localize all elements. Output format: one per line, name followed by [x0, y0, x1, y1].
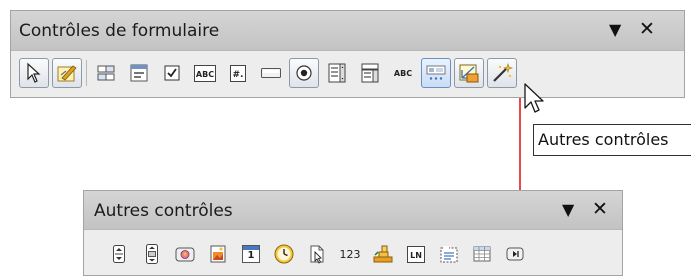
group-box-button[interactable]: [434, 239, 464, 269]
numerical-field-icon: 123: [339, 247, 361, 261]
numerical-field-button[interactable]: 123: [335, 239, 365, 269]
table-control-icon: [473, 246, 491, 262]
more-controls-toolbar: Autres contrôles ▼ ✕ 1 123 LN: [83, 190, 623, 276]
currency-field-button[interactable]: [368, 239, 398, 269]
image-control-button[interactable]: [203, 239, 233, 269]
date-field-icon-label: 1: [247, 250, 255, 261]
image-button-button[interactable]: [170, 239, 200, 269]
calendar-header: [243, 246, 259, 250]
scrollbar-icon: [146, 244, 158, 264]
toolbar-title-bar[interactable]: Autres contrôles ▼ ✕: [84, 191, 622, 230]
time-field-button[interactable]: [269, 239, 299, 269]
time-field-icon: [274, 244, 294, 264]
file-selection-button[interactable]: [302, 239, 332, 269]
image-button-icon: [175, 247, 195, 262]
group-box-icon: [440, 246, 458, 263]
tooltip: Autres contrôles: [533, 124, 691, 156]
pattern-field-icon: LN: [407, 245, 425, 263]
spin-button-icon: [113, 245, 125, 263]
pattern-field-button[interactable]: LN: [401, 239, 431, 269]
spin-button-button[interactable]: [104, 239, 134, 269]
image-control-icon: [210, 245, 226, 263]
date-field-button[interactable]: 1: [236, 239, 266, 269]
date-field-icon: 1: [242, 245, 260, 263]
currency-field-icon: [373, 245, 393, 263]
table-control-button[interactable]: [467, 239, 497, 269]
mouse-pointer-icon: [524, 83, 544, 113]
toolbar-title: Autres contrôles: [94, 201, 233, 221]
more-controls-button-row: 1 123 LN: [104, 239, 533, 269]
navigation-bar-button[interactable]: [500, 239, 530, 269]
close-icon[interactable]: ✕: [592, 200, 608, 219]
toolbar-menu-dropdown-icon[interactable]: ▼: [562, 202, 574, 218]
scrollbar-button[interactable]: [137, 239, 167, 269]
file-selection-icon: [310, 245, 324, 264]
navigation-bar-icon: [506, 247, 524, 261]
pattern-field-icon-label: LN: [410, 250, 422, 260]
